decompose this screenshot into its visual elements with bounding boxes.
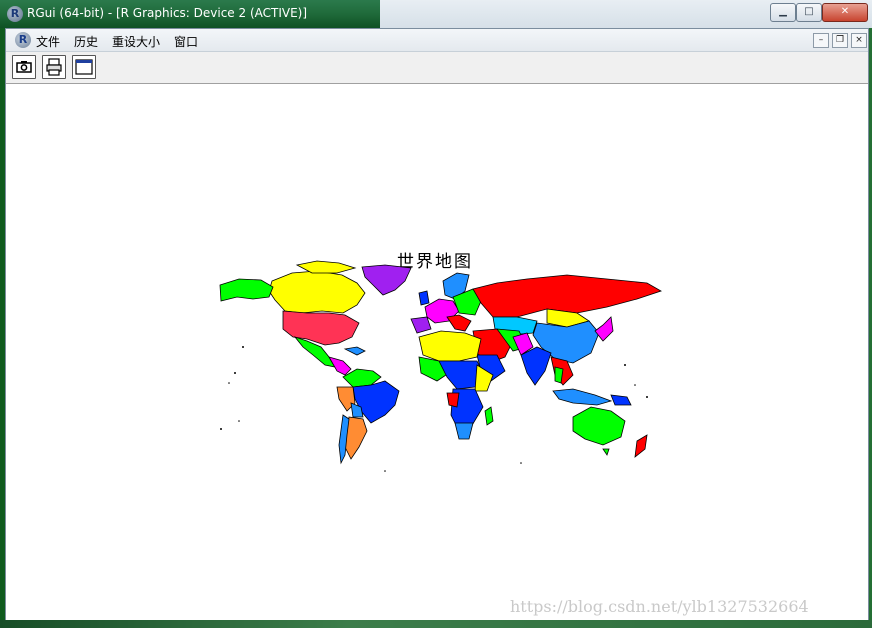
map-arctic-islands bbox=[295, 260, 357, 274]
map-south-africa bbox=[454, 422, 474, 440]
map-italy-balkans bbox=[446, 314, 472, 332]
mdi-restore-button[interactable]: ❐ bbox=[832, 33, 848, 48]
map-australia bbox=[572, 406, 626, 446]
taskbar-strip bbox=[0, 620, 872, 628]
map-canada bbox=[268, 270, 366, 314]
map-new-zealand bbox=[634, 434, 648, 458]
maximize-button[interactable]: □ bbox=[796, 3, 822, 22]
window-title: RGui (64-bit) - [R Graphics: Device 2 (A… bbox=[27, 6, 308, 20]
map-iberia bbox=[410, 316, 432, 334]
new-window-button[interactable] bbox=[72, 55, 96, 79]
map-caribbean bbox=[343, 346, 366, 356]
map-india bbox=[520, 346, 552, 386]
maximize-icon: □ bbox=[804, 6, 814, 17]
mdi-close-button[interactable]: × bbox=[851, 33, 867, 48]
menu-file[interactable]: 文件 bbox=[36, 33, 60, 50]
map-madagascar bbox=[484, 406, 494, 426]
map-alaska bbox=[219, 278, 274, 302]
map-new-guinea bbox=[610, 394, 632, 406]
world-map bbox=[219, 260, 662, 472]
menu-resize[interactable]: 重设大小 bbox=[112, 33, 160, 50]
close-button[interactable]: ✕ bbox=[822, 3, 868, 22]
menu-window[interactable]: 窗口 bbox=[174, 33, 198, 50]
menu-history[interactable]: 历史 bbox=[74, 33, 98, 50]
map-greenland bbox=[361, 264, 412, 296]
watermark-url: https://blog.csdn.net/ylb1327532664 bbox=[510, 597, 809, 616]
map-tasmania bbox=[602, 448, 610, 456]
graphics-device-window: R 文件 历史 重设大小 窗口 – ❐ × 世界地图 https://blog.… bbox=[5, 28, 869, 622]
map-usa bbox=[282, 310, 360, 346]
plot-area: 世界地图 https://blog.csdn.net/ylb1327532664 bbox=[7, 85, 867, 619]
r-menu-icon[interactable]: R bbox=[15, 32, 31, 48]
map-angola bbox=[446, 392, 460, 408]
copy-metafile-button[interactable] bbox=[12, 55, 36, 79]
minimize-button[interactable]: ▁ bbox=[770, 3, 796, 22]
mdi-minimize-button[interactable]: – bbox=[813, 33, 829, 48]
map-uk bbox=[418, 290, 430, 306]
map-russia bbox=[472, 274, 662, 318]
window-icon bbox=[75, 59, 93, 75]
minimize-icon: ▁ bbox=[779, 6, 787, 17]
rgui-window: R RGui (64-bit) - [R Graphics: Device 2 … bbox=[0, 0, 872, 628]
camera-icon bbox=[16, 61, 32, 73]
printer-icon bbox=[46, 58, 62, 76]
menu-bar: R 文件 历史 重设大小 窗口 – ❐ × bbox=[6, 29, 868, 52]
map-north-africa bbox=[418, 330, 482, 362]
toolbar bbox=[6, 52, 868, 84]
map-indonesia bbox=[552, 388, 613, 406]
close-icon: ✕ bbox=[840, 6, 850, 17]
print-button[interactable] bbox=[42, 55, 66, 79]
map-japan-korea bbox=[594, 316, 614, 342]
r-app-icon: R bbox=[7, 6, 23, 22]
